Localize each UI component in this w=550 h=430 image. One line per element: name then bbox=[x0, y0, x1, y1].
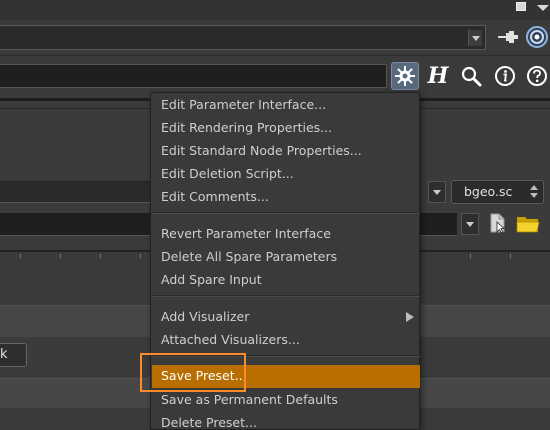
menu-item-edit-standard-node-properties[interactable]: Edit Standard Node Properties... bbox=[152, 140, 420, 163]
file-dropdown-button[interactable] bbox=[428, 181, 446, 203]
window-maximize-icon[interactable] bbox=[516, 2, 526, 11]
menu-item-label: Add Visualizer bbox=[161, 309, 250, 324]
gear-icon bbox=[395, 66, 415, 86]
menu-item-save-as-permanent-defaults[interactable]: Save as Permanent Defaults bbox=[152, 389, 420, 412]
menu-item-edit-deletion-script[interactable]: Edit Deletion Script... bbox=[152, 163, 420, 186]
info-icon bbox=[495, 66, 515, 86]
menu-item-edit-parameter-interface[interactable]: Edit Parameter Interface... bbox=[152, 94, 420, 117]
focus-highlight-box bbox=[140, 353, 246, 392]
path-field[interactable] bbox=[0, 25, 486, 50]
slider-tick bbox=[60, 254, 61, 258]
path-dropdown-button[interactable] bbox=[468, 30, 482, 46]
slider-tick bbox=[20, 254, 21, 258]
menu-item-attached-visualizers[interactable]: Attached Visualizers... bbox=[152, 329, 420, 352]
menu-item-add-spare-input[interactable]: Add Spare Input bbox=[152, 269, 420, 292]
menu-item-delete-all-spare-parameters[interactable]: Delete All Spare Parameters bbox=[152, 246, 420, 269]
file-browse-icon[interactable] bbox=[490, 213, 506, 234]
slider-track[interactable] bbox=[420, 250, 550, 252]
divider bbox=[420, 108, 550, 109]
node-name-field[interactable] bbox=[0, 64, 387, 88]
second-path-field[interactable] bbox=[0, 213, 155, 236]
slider-tick bbox=[470, 254, 471, 258]
title-strip bbox=[0, 0, 550, 20]
divider bbox=[0, 108, 155, 109]
second-path-field-end[interactable] bbox=[420, 213, 457, 236]
slider-tick bbox=[510, 254, 511, 258]
menu-item-add-visualizer[interactable]: Add Visualizer bbox=[152, 306, 420, 329]
menu-item-delete-preset[interactable]: Delete Preset... bbox=[152, 412, 420, 430]
menu-item-edit-rendering-properties[interactable]: Edit Rendering Properties... bbox=[152, 117, 420, 140]
divider bbox=[420, 98, 550, 101]
submenu-arrow-icon bbox=[406, 312, 414, 322]
menu-item-edit-comments[interactable]: Edit Comments... bbox=[152, 186, 420, 209]
slider-tick bbox=[140, 254, 141, 258]
file-path-field[interactable] bbox=[0, 181, 155, 203]
question-button[interactable] bbox=[523, 62, 550, 90]
parameter-button[interactable]: k bbox=[0, 343, 27, 367]
menu-separator bbox=[152, 212, 420, 214]
folder-icon[interactable] bbox=[516, 214, 540, 234]
select-arrows-icon bbox=[528, 183, 540, 201]
divider bbox=[0, 98, 155, 101]
menu-separator bbox=[152, 295, 420, 297]
search-icon bbox=[461, 66, 482, 87]
houdini-help-button[interactable]: H bbox=[424, 62, 452, 90]
info-button[interactable] bbox=[491, 62, 519, 90]
gear-button[interactable] bbox=[391, 62, 419, 90]
window-menu-icon[interactable] bbox=[537, 1, 550, 13]
search-button[interactable] bbox=[457, 62, 485, 90]
second-dropdown-button[interactable] bbox=[461, 213, 479, 235]
menu-item-revert-parameter-interface[interactable]: Revert Parameter Interface bbox=[152, 223, 420, 246]
question-icon bbox=[527, 66, 547, 86]
pin-icon[interactable] bbox=[496, 28, 520, 46]
target-icon[interactable] bbox=[526, 26, 548, 48]
slider-track[interactable] bbox=[0, 250, 155, 252]
slider-tick bbox=[100, 254, 101, 258]
